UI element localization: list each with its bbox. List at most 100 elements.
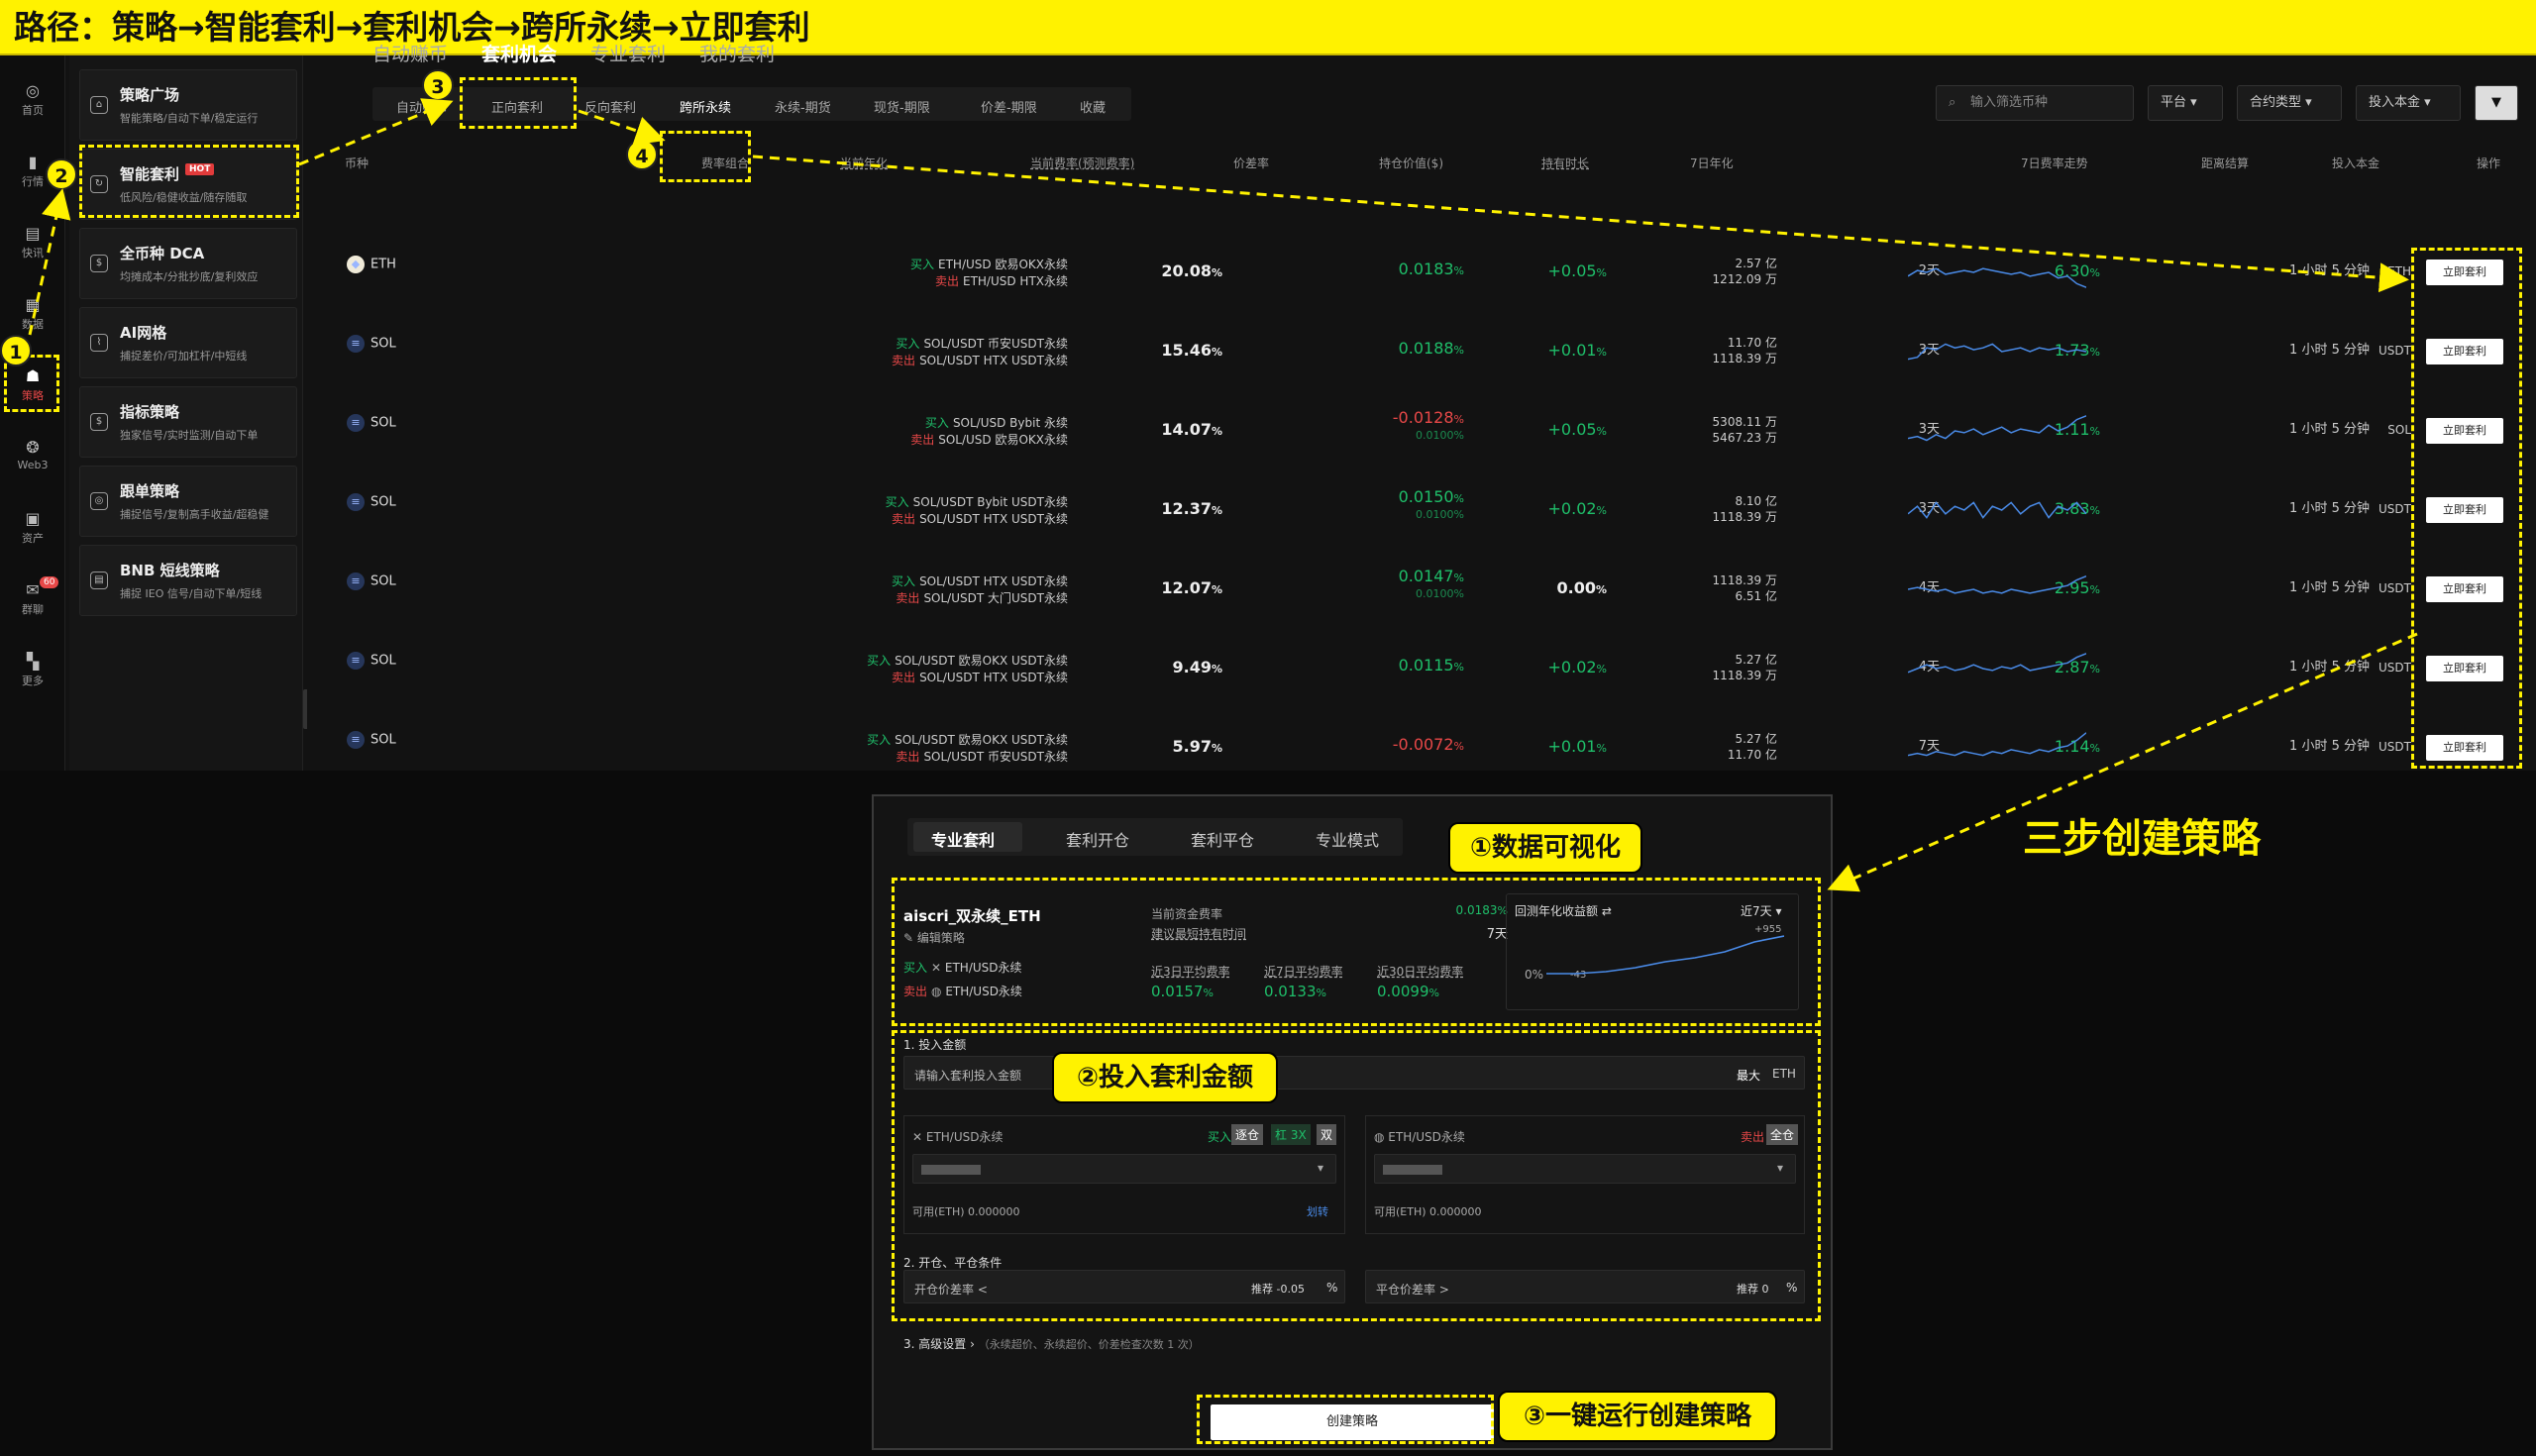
filter-capital[interactable]: 投入本金 ▾: [2356, 85, 2461, 121]
settle-cell: 1 小时 5 分钟: [2289, 501, 2370, 516]
card-title: 全币种 DCA: [120, 245, 205, 262]
col-spread[interactable]: 价差率: [1233, 155, 1269, 171]
strategy-card-bnb[interactable]: ▤ BNB 短线策略 捕捉 IEO 信号/自动下单/短线: [79, 545, 297, 616]
apy-value: 12.37: [1161, 499, 1212, 518]
table-row: ◆ ETH 买入 ETH/USD 欧易OKX永续 卖出 ETH/USD HTX永续 20.0…: [323, 234, 2536, 313]
spread-cell: +0.02%: [1548, 499, 1607, 518]
strategy-card-ai-grid[interactable]: ⌇ AI网格 捕捉差价/可加杠杆/中短线: [79, 307, 297, 378]
buy-line: 买入 SOL/USDT HTX USDT永续: [892, 572, 1068, 589]
tab-pro-arb[interactable]: 专业套利: [590, 40, 666, 66]
highlight-arb-buttons: [2411, 248, 2522, 769]
coin-cell: ≡ SOL: [347, 335, 396, 353]
position-2: 6.51 亿: [1735, 589, 1777, 603]
col-apy[interactable]: 当前年化: [840, 155, 888, 171]
rate-combo-cell: 买入 SOL/USDT 欧易OKX USDT永续 卖出 SOL/USDT HTX US…: [867, 652, 1068, 685]
apy-value: 12.07: [1161, 578, 1212, 597]
chart-bars-icon: ▮: [28, 153, 38, 171]
coin-name: SOL: [370, 573, 396, 589]
funnel-icon: ▼: [2491, 95, 2501, 110]
pred-rate-line: 0.0100%: [1393, 428, 1464, 444]
nav-home[interactable]: ◎ 首页: [0, 83, 65, 118]
subtab-cross-perp[interactable]: 跨所永续: [680, 97, 731, 116]
filter-platform[interactable]: 平台 ▾: [2148, 85, 2223, 121]
dialog-tab-pro-mode[interactable]: 专业模式: [1316, 827, 1379, 851]
tab-my-arb[interactable]: 我的套利: [699, 40, 775, 66]
apy-value: 15.46: [1161, 341, 1212, 360]
filter-funnel-button[interactable]: ▼: [2475, 85, 2518, 121]
col-action: 操作: [2477, 156, 2501, 170]
subtab-spot-term[interactable]: 现货-期限: [874, 97, 930, 116]
subtab-favorites[interactable]: 收藏: [1080, 97, 1106, 116]
search-input[interactable]: ⌕ 输入筛选币种: [1936, 85, 2134, 121]
subtab-perp-futures[interactable]: 永续-期货: [775, 97, 831, 116]
plaza-icon: ⌂: [90, 96, 108, 114]
sell-line: 卖出 ETH/USD HTX永续: [910, 272, 1068, 289]
sec3-label: 3. 高级设置: [903, 1337, 967, 1351]
sell-pair: SOL/USD 欧易OKX永续: [938, 433, 1068, 447]
col-coin: 币种: [345, 156, 370, 170]
strategy-card-copy[interactable]: ◎ 跟单策略 捕捉信号/复制高手收益/超稳健: [79, 466, 297, 537]
coin-name: SOL: [370, 494, 396, 510]
buy-line: 买入 SOL/USD Bybit 永续: [910, 414, 1068, 431]
strategy-card-indicator[interactable]: $ 指标策略 独家信号/实时监测/自动下单: [79, 386, 297, 458]
col-position[interactable]: 持仓价值($): [1379, 155, 1443, 171]
chevron-down-icon: ▾: [2424, 95, 2431, 110]
strategy-card-plaza[interactable]: ⌂ 策略广场 智能策略/自动下单/稳定运行: [79, 69, 297, 141]
buy-label: 买入: [885, 495, 909, 509]
advanced-settings-toggle[interactable]: 3. 高级设置 › （永续超价、永续超价、价差检查次数 1 次）: [903, 1335, 1200, 1352]
trend-sparkline: [1908, 267, 2086, 288]
coin-cell: ≡ SOL: [347, 652, 396, 670]
pct: %: [1453, 413, 1464, 426]
rate-value: -0.0128: [1392, 408, 1454, 427]
nav-more[interactable]: ▚ 更多: [0, 654, 65, 688]
pct: %: [1596, 425, 1607, 438]
sell-label: 卖出: [892, 512, 916, 526]
nav-data[interactable]: ▦ 数据: [0, 297, 65, 332]
subtab-reverse[interactable]: 反向套利: [584, 97, 636, 116]
pct: %: [1211, 346, 1222, 359]
highlight-smart-arb: [79, 145, 299, 218]
rate-value: 0.0183: [1398, 260, 1454, 278]
news-icon: ▤: [25, 224, 41, 243]
nav-assets[interactable]: ▣ 资产: [0, 511, 65, 546]
rate-combo-cell: 买入 SOL/USDT 欧易OKX USDT永续 卖出 SOL/USDT 币安USDT…: [867, 731, 1068, 765]
position-1: 2.57 亿: [1735, 257, 1777, 270]
col-capital: 投入本金: [2332, 156, 2380, 170]
tab-arb-opportunity[interactable]: 套利机会: [481, 40, 557, 66]
trend-line: [1908, 343, 2086, 361]
nav-label: 首页: [22, 104, 44, 117]
strategy-card-dca[interactable]: $ 全币种 DCA 均摊成本/分批抄底/复利效应: [79, 228, 297, 299]
position-1: 1118.39 万: [1712, 573, 1777, 587]
spread-cell: 0.00%: [1556, 578, 1607, 597]
nav-news[interactable]: ▤ 快讯: [0, 226, 65, 260]
buy-line: 买入 ETH/USD 欧易OKX永续: [910, 256, 1068, 272]
coin-name: SOL: [370, 732, 396, 748]
trend-line: [1908, 732, 2086, 757]
coin-cell: ≡ SOL: [347, 572, 396, 590]
card-title: 策略广场: [120, 86, 180, 104]
buy-label: 买入: [892, 574, 916, 588]
col-apy7[interactable]: 7日年化: [1690, 155, 1734, 171]
buy-pair: SOL/USDT HTX USDT永续: [919, 574, 1068, 588]
spread-value: +0.02: [1547, 658, 1597, 676]
subtab-spread-term[interactable]: 价差-期限: [981, 97, 1037, 116]
col-rate[interactable]: 当前费率(预测费率): [1030, 155, 1134, 171]
filter-contract-type[interactable]: 合约类型 ▾: [2237, 85, 2342, 121]
pct: %: [2089, 742, 2100, 755]
trend-line: [1908, 501, 2086, 519]
rate-cell: -0.0128% 0.0100%: [1393, 410, 1464, 444]
nav-chat[interactable]: ✉ 群聊 60: [0, 576, 65, 617]
pct: %: [1596, 504, 1607, 517]
tab-auto-earn[interactable]: 自动赚币: [372, 40, 448, 66]
dialog-tab-open[interactable]: 套利开仓: [1066, 827, 1129, 851]
col-hold[interactable]: 持有时长: [1541, 155, 1589, 171]
capital-cell: ETH: [2387, 264, 2411, 278]
rate-combo-cell: 买入 SOL/USDT HTX USDT永续 卖出 SOL/USDT 大门USDT永续: [892, 572, 1068, 606]
step-badge-1: 1: [0, 335, 32, 366]
nav-web3[interactable]: ❂ Web3: [0, 440, 65, 472]
card-sub: 独家信号/实时监测/自动下单: [120, 429, 259, 442]
dialog-tab-close[interactable]: 套利平仓: [1191, 827, 1254, 851]
callout-amount: ②投入套利金额: [1052, 1052, 1278, 1103]
dialog-tab-pro[interactable]: 专业套利: [931, 827, 995, 851]
apy-cell: 12.37%: [1161, 499, 1222, 518]
